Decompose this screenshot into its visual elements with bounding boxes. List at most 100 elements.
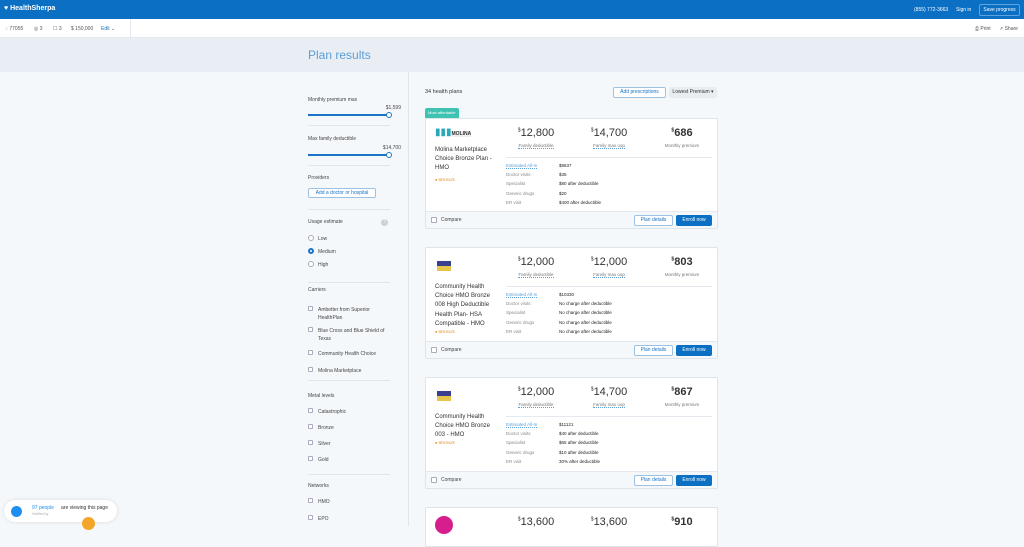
compare-checkbox[interactable] [431,477,437,483]
sign-in-link[interactable]: Sign in [956,7,971,13]
deductible-label-text[interactable]: Family deductible [518,143,554,149]
add-prescriptions-button[interactable]: Add prescriptions [613,87,666,98]
metals-option-label: Silver [318,441,331,447]
compare-checkbox[interactable] [431,347,437,353]
benefit-label-est[interactable]: Estimated All-In [506,422,537,427]
add-provider-button[interactable]: Add a doctor or hospital [308,188,376,198]
compare-label: Compare [441,477,462,483]
plan-moop-value: 12,000 [593,256,628,268]
save-progress-button[interactable]: Save progress [979,4,1020,16]
toast-dot-icon [11,506,22,517]
plan-premium: $867 [652,386,712,398]
carriers-checkbox[interactable] [308,306,313,311]
metal-level: ● BRONZE [435,177,456,182]
carrier-logo [437,261,451,271]
benefit-value-doctor: $35 [559,172,567,178]
metals-checkbox[interactable] [308,440,313,445]
enroll-now-button[interactable]: Enroll now [676,345,712,356]
benefit-value-er: No charge after deductible [559,328,612,334]
enroll-now-button[interactable]: Enroll now [676,475,712,486]
plan-moop-value: 14,700 [593,386,628,398]
plan-details-button[interactable]: Plan details [634,475,673,486]
plan-deductible-value: 12,000 [520,386,555,398]
networks-option-label: HMO [318,499,330,505]
verify-badge-icon [82,517,95,530]
benefit-label-est[interactable]: Estimated All-In [506,163,537,168]
usage-radio-low[interactable] [308,235,314,241]
benefit-label-er: ER visit [506,328,522,334]
benefit-value-est: $10330 [559,292,575,297]
slider-handle[interactable] [386,152,392,158]
moop-label-text[interactable]: Family max oop [593,143,625,149]
metals-checkbox[interactable] [308,424,313,429]
compare-checkbox[interactable] [431,217,437,223]
premium-max-value: $1,599 [385,105,401,111]
edit-button[interactable]: Edit ⌄ [101,26,115,32]
plan-card: $12,000 Family deductible $12,000 Family ma… [425,247,718,359]
title-band [0,38,1024,72]
share-button[interactable]: ↗ Share [999,26,1018,32]
usage-radio-high[interactable] [308,261,314,267]
benefit-label-generic: Generic drugs [506,190,535,196]
benefit-value-doctor: No charge after deductible [559,301,612,307]
caret-down-icon: ▾ [711,89,714,95]
deductible-label-text[interactable]: Family deductible [518,272,554,278]
plan-deductible-value: 12,800 [520,127,555,139]
logo[interactable]: ♥ HealthSherpa [4,5,55,12]
carrier-logo: ▮▮▮MOLINA [435,127,472,138]
benefit-value-specialist: $65 after deductible [559,440,599,446]
plan-name[interactable]: Community Health Choice HMO Bronze 003 -… [435,413,499,441]
sort-dropdown[interactable]: Lowest Premium ▾ [669,87,717,98]
household-bar: ◌ 77055 ◎ 3 ☐ 3 $ 150,000 Edit ⌄ ⎙ Print… [0,19,1024,38]
deductible-max-slider[interactable] [308,152,392,158]
page-title: Plan results [308,48,371,62]
divider [308,125,390,126]
plan-name[interactable]: Community Health Choice HMO Bronze 008 H… [435,283,499,329]
phone-link[interactable]: (855) 772-3663 [914,7,948,13]
premium-max-slider[interactable] [308,112,392,118]
benefit-label-est[interactable]: Estimated All-In [506,292,537,297]
premium-label-text: Monthly premium [664,272,700,277]
usage-radio-medium[interactable] [308,248,314,254]
plan-details-button[interactable]: Plan details [634,215,673,226]
metal-levels-label: Metal levels [308,393,335,399]
plan-premium-label: Monthly premium [652,402,712,407]
moop-label-text[interactable]: Family max oop [593,402,625,408]
benefit-value-specialist: No charge after deductible [559,310,612,316]
plan-deductible: $12,000 [506,386,566,398]
plan-details-button[interactable]: Plan details [634,345,673,356]
plan-count: 34 health plans [425,89,463,95]
divider [130,19,131,38]
plan-deductible: $13,600 [506,516,566,528]
income: $ 150,000 [71,26,94,32]
plan-name[interactable]: Molina Marketplace Choice Bronze Plan - … [435,146,499,174]
slider-handle[interactable] [386,112,392,118]
benefit-value-er: $400 after deductible [559,199,602,205]
metals-checkbox[interactable] [308,408,313,413]
plan-card: ▮▮▮MOLINA $12,800 Family deductible $14,700… [425,118,718,229]
metals-option-label: Bronze [318,425,334,431]
viewer-count: 97 people [32,505,54,511]
moop-label-text[interactable]: Family max oop [593,272,625,278]
plan-card: $12,000 Family deductible $14,700 Family ma… [425,377,718,489]
help-icon[interactable]: ? [381,219,388,226]
plan-premium-value: 803 [674,256,693,268]
divider [308,282,390,283]
carriers-checkbox[interactable] [308,367,313,372]
carriers-checkbox[interactable] [308,327,313,332]
viewer-text: are viewing this page [61,505,108,511]
deductible-label-text[interactable]: Family deductible [518,402,554,408]
enroll-now-button[interactable]: Enroll now [676,215,712,226]
benefit-value-generic: $10 after deductible [559,449,599,455]
plan-moop: $12,000 [579,256,639,268]
premium-label-text: Monthly premium [664,143,700,148]
print-button[interactable]: ⎙ Print [975,26,991,32]
benefit-label-er: ER visit [506,458,522,464]
card-footer: Compare Plan details Enroll now [426,211,717,228]
metals-checkbox[interactable] [308,456,313,461]
benefit-value-doctor: $40 after deductible [559,431,599,437]
carriers-checkbox[interactable] [308,350,313,355]
networks-checkbox[interactable] [308,515,313,520]
benefit-value-generic: No charge after deductible [559,319,612,325]
networks-checkbox[interactable] [308,498,313,503]
